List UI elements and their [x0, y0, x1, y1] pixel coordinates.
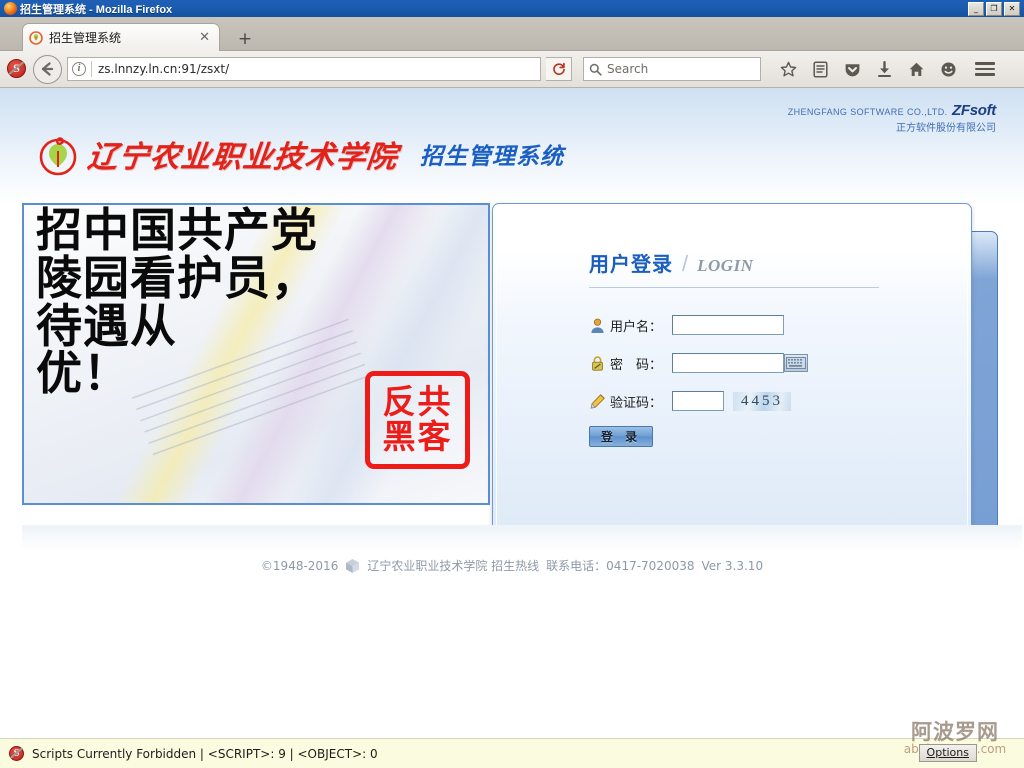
- reload-icon[interactable]: [546, 57, 572, 81]
- toolbar-icon-group: [778, 59, 958, 79]
- banner-line-1: 招中国共产党: [36, 203, 318, 257]
- noscript-status-bar: S Scripts Currently Forbidden | <SCRIPT>…: [0, 738, 1024, 768]
- login-title-rule: [589, 287, 879, 288]
- password-label: 密 码：: [610, 357, 663, 373]
- browser-window: 招生管理系统 - Mozilla Firefox _ ❐ ✕ 招生管理系统 ✕ …: [0, 0, 1024, 768]
- site-footer: ©1948-2016 辽宁农业职业技术学院 招生热线 联系电话：0417-702…: [0, 557, 1024, 574]
- vendor-branding: ZHENGFANG SOFTWARE CO.,LTD. ZFsoft 正方软件股…: [787, 100, 997, 135]
- password-input[interactable]: [672, 353, 784, 373]
- site-header: ZHENGFANG SOFTWARE CO.,LTD. ZFsoft 正方软件股…: [0, 88, 1024, 203]
- user-icon: [589, 317, 606, 334]
- school-flower-logo: [34, 130, 82, 178]
- banner-headline: 招中国共产党 陵园看护员， 待遇从 优！: [36, 203, 386, 401]
- web-content: ZHENGFANG SOFTWARE CO.,LTD. ZFsoft 正方软件股…: [0, 88, 1024, 738]
- footer-version: Ver 3.3.10: [701, 558, 764, 573]
- window-titlebar: 招生管理系统 - Mozilla Firefox _ ❐ ✕: [0, 0, 1024, 17]
- pocket-shield-icon[interactable]: [842, 59, 862, 79]
- tab-strip: 招生管理系统 ✕ +: [0, 17, 1024, 51]
- captcha-input[interactable]: [672, 391, 724, 411]
- window-title: 招生管理系统 - Mozilla Firefox: [20, 3, 173, 16]
- username-label: 用户名：: [610, 319, 663, 335]
- site-logo-row: 辽宁农业职业技术学院 招生管理系统: [34, 130, 564, 178]
- pencil-icon: [589, 393, 606, 410]
- navigation-toolbar: S i zs.lnnzy.ln.cn:91/zsxt/ Search: [0, 51, 1024, 88]
- restore-button[interactable]: ❐: [986, 1, 1002, 16]
- captcha-label: 验证码：: [610, 395, 663, 411]
- banner-line-4: 优！: [36, 346, 130, 401]
- footer-copyright: ©1948-2016: [260, 558, 339, 573]
- content-divider: [22, 525, 1022, 551]
- login-form: 用户名： 密 码： 验证码： 4453 登 录: [589, 310, 971, 447]
- banner-red-stamp: 反共 黑客: [365, 371, 470, 469]
- back-arrow-icon[interactable]: [33, 54, 62, 84]
- login-submit-button[interactable]: 登 录: [589, 426, 653, 447]
- firefox-icon: [4, 2, 17, 15]
- reader-list-icon[interactable]: [810, 59, 830, 79]
- vendor-logo: ZFsoft: [951, 102, 996, 119]
- home-icon[interactable]: [906, 59, 926, 79]
- info-circle-icon[interactable]: i: [72, 62, 86, 76]
- vendor-name-en: ZHENGFANG SOFTWARE CO.,LTD.: [787, 107, 948, 117]
- tab-close-icon[interactable]: ✕: [196, 31, 213, 44]
- url-input[interactable]: zs.lnnzy.ln.cn:91/zsxt/: [98, 62, 229, 76]
- bookmark-star-icon[interactable]: [778, 59, 798, 79]
- minimize-button[interactable]: _: [968, 1, 984, 16]
- hamburger-menu-icon[interactable]: [975, 59, 995, 79]
- footer-contact: 联系电话：0417-7020038: [546, 559, 695, 573]
- captcha-row: 验证码： 4453: [589, 386, 971, 416]
- noscript-options-button[interactable]: Options: [918, 744, 977, 762]
- school-name: 辽宁农业职业技术学院: [85, 140, 400, 175]
- banner-line-3: 待遇从: [36, 298, 177, 353]
- options-button-label: Options: [926, 746, 969, 759]
- close-button[interactable]: ✕: [1004, 1, 1020, 16]
- search-icon: [589, 63, 602, 76]
- browser-tab[interactable]: 招生管理系统 ✕: [22, 23, 220, 51]
- search-placeholder: Search: [607, 62, 649, 76]
- url-divider: [91, 61, 92, 77]
- footer-org: 辽宁农业职业技术学院 招生热线: [367, 559, 540, 573]
- tab-favicon-school-flower-icon: [29, 30, 43, 45]
- login-title: 用户登录 / LOGIN: [589, 248, 879, 277]
- username-row: 用户名：: [589, 310, 971, 340]
- recruitment-banner: 招中国共产党 陵园看护员， 待遇从 优！ 反共 黑客: [22, 203, 490, 505]
- search-input[interactable]: Search: [583, 57, 761, 81]
- soft-keyboard-icon[interactable]: [784, 354, 808, 372]
- vendor-top-line: ZHENGFANG SOFTWARE CO.,LTD. ZFsoft: [787, 100, 997, 122]
- login-title-en: LOGIN: [697, 256, 754, 275]
- stamp-line-2: 黑客: [382, 417, 453, 456]
- page-stage: 招中国共产党 陵园看护员， 待遇从 优！ 反共 黑客 用户登录 / LOGIN …: [0, 203, 1024, 663]
- noscript-status-text: Scripts Currently Forbidden | <SCRIPT>: …: [32, 746, 378, 761]
- login-card: 用户登录 / LOGIN 用户名： 密 码： 验证码： 4453 登 录: [492, 203, 972, 539]
- downloads-icon[interactable]: [874, 59, 894, 79]
- banner-line-2: 陵园看护员，: [36, 250, 318, 305]
- stamp-line-1: 反共: [382, 382, 453, 422]
- login-title-cn: 用户登录: [589, 252, 673, 276]
- lock-icon: [589, 355, 606, 372]
- login-title-divider: /: [682, 251, 689, 276]
- captcha-image[interactable]: 4453: [733, 391, 791, 411]
- username-input[interactable]: [672, 315, 784, 335]
- vendor-name-cn: 正方软件股份有限公司: [896, 122, 996, 134]
- password-row: 密 码：: [589, 348, 971, 378]
- noscript-s-icon[interactable]: S: [8, 745, 25, 762]
- cube-icon: [345, 558, 360, 574]
- noscript-s-icon[interactable]: S: [6, 58, 28, 80]
- window-controls: _ ❐ ✕: [968, 1, 1022, 16]
- tab-title: 招生管理系统: [49, 31, 122, 45]
- url-bar[interactable]: i zs.lnnzy.ln.cn:91/zsxt/: [67, 57, 541, 81]
- new-tab-button[interactable]: +: [232, 29, 258, 51]
- system-name: 招生管理系统: [420, 144, 564, 170]
- sync-smiley-icon[interactable]: [938, 59, 958, 79]
